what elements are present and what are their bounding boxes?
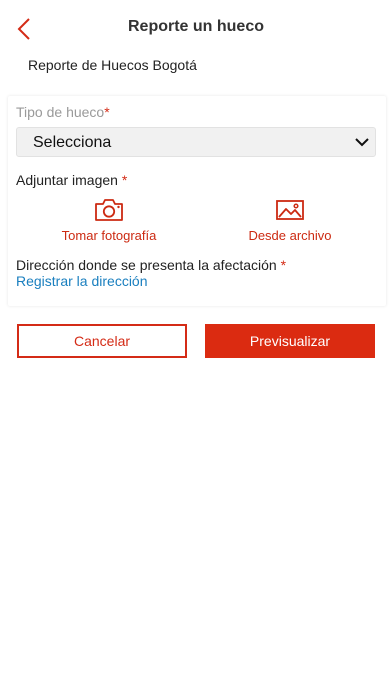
hole-type-label-text: Tipo de hueco bbox=[16, 104, 105, 120]
camera-icon bbox=[95, 199, 123, 221]
preview-button[interactable]: Previsualizar bbox=[205, 324, 375, 358]
hole-type-select-value: Selecciona bbox=[33, 134, 112, 151]
required-marker: * bbox=[121, 172, 128, 188]
page-subtitle: Reporte de Huecos Bogotá bbox=[28, 57, 197, 73]
cancel-button[interactable]: Cancelar bbox=[17, 324, 187, 358]
app-header: Reporte un hueco bbox=[0, 0, 392, 56]
take-photo-label: Tomar fotografía bbox=[61, 228, 157, 243]
address-label-text: Dirección donde se presenta la afectació… bbox=[16, 257, 281, 273]
page-title: Reporte un hueco bbox=[127, 18, 264, 35]
from-file-button[interactable]: Desde archivo bbox=[230, 198, 350, 243]
image-icon bbox=[276, 200, 304, 220]
chevron-down-icon bbox=[355, 138, 369, 147]
attach-image-label-text: Adjuntar imagen bbox=[16, 172, 122, 188]
from-file-label: Desde archivo bbox=[248, 228, 332, 243]
take-photo-button[interactable]: Tomar fotografía bbox=[48, 198, 170, 243]
hole-type-label: Tipo de hueco* bbox=[16, 104, 110, 120]
address-label: Dirección donde se presenta la afectació… bbox=[16, 257, 286, 273]
required-marker: * bbox=[280, 257, 287, 273]
register-address-link[interactable]: Registrar la dirección bbox=[16, 273, 148, 289]
required-marker: * bbox=[104, 104, 110, 120]
attach-image-label: Adjuntar imagen * bbox=[16, 172, 127, 188]
hole-type-select[interactable]: Selecciona bbox=[16, 127, 376, 157]
